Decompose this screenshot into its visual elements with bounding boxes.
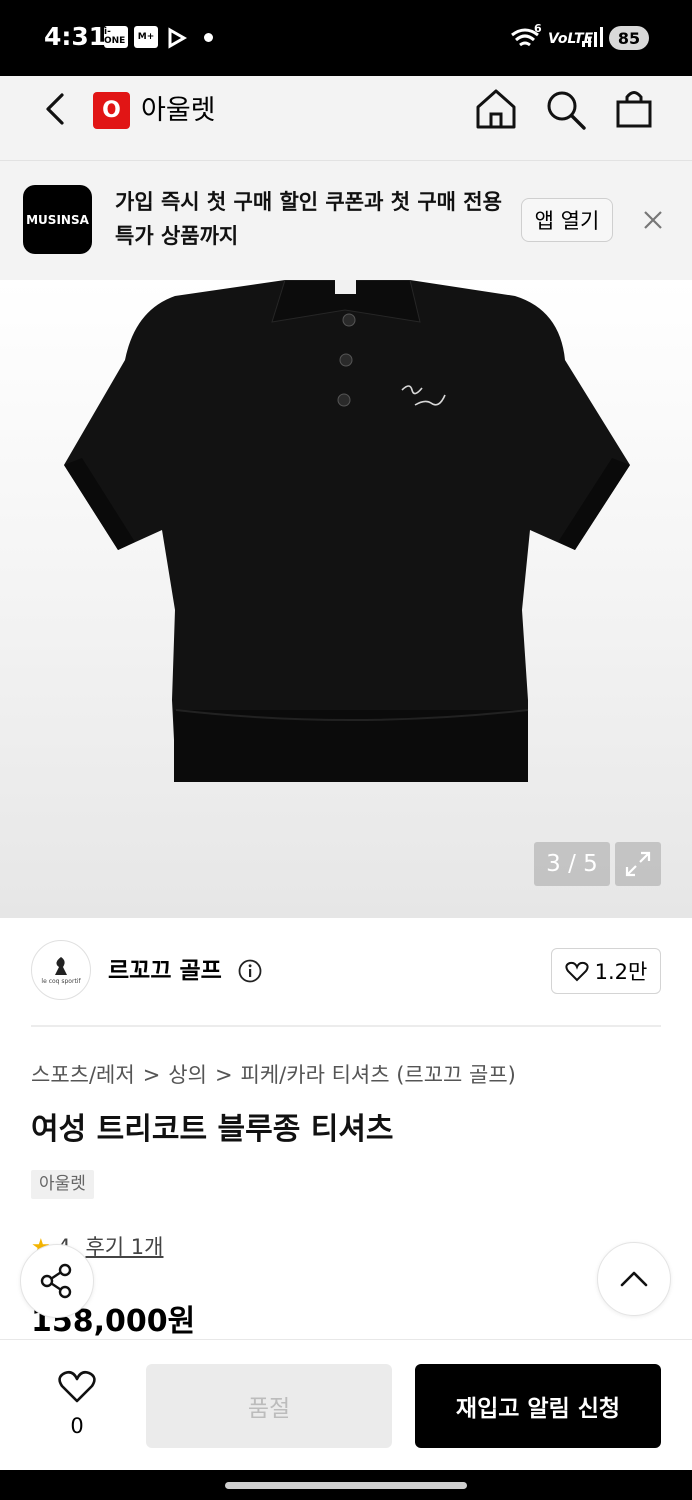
play-icon: [168, 27, 187, 49]
expand-icon: [625, 851, 651, 877]
search-icon[interactable]: [544, 88, 588, 132]
signal-icon: [582, 27, 603, 47]
review-link[interactable]: 후기 1개: [85, 1235, 163, 1259]
divider: [31, 1025, 661, 1027]
share-icon: [40, 1263, 72, 1299]
musinsa-app-icon: MUSINSA: [23, 185, 92, 254]
breadcrumb-sports[interactable]: 스포츠/레저: [31, 1063, 135, 1087]
status-time: 4:31: [44, 22, 107, 51]
battery-indicator: 85: [609, 26, 649, 50]
fullscreen-button[interactable]: [615, 842, 661, 886]
restock-alert-button[interactable]: 재입고 알림 신청: [415, 1364, 661, 1448]
home-icon[interactable]: [474, 87, 518, 131]
wifi-6-label: 6: [534, 22, 542, 35]
brand-logo-text: le coq sportif: [41, 978, 81, 985]
promo-text: 가입 즉시 첫 구매 할인 쿠폰과 첫 구매 전용 특가 상품까지: [115, 190, 502, 248]
wishlist-count: 0: [70, 1414, 84, 1438]
outlet-tag: 아울렛: [31, 1170, 94, 1199]
product-image-gallery[interactable]: [0, 280, 692, 918]
product-shirt-image: [64, 280, 630, 782]
breadcrumb-tops[interactable]: 상의: [168, 1063, 207, 1087]
brand-like-button[interactable]: 1.2만: [551, 948, 661, 994]
wishlist-heart-icon[interactable]: [57, 1368, 97, 1404]
open-app-button[interactable]: 앱 열기: [521, 198, 613, 242]
rooster-icon: [55, 957, 67, 975]
image-counter: 3 / 5: [534, 842, 610, 886]
brand-name[interactable]: 르꼬끄 골프: [108, 955, 222, 987]
shopping-bag-icon[interactable]: [613, 86, 657, 130]
home-indicator[interactable]: [225, 1482, 467, 1489]
close-icon[interactable]: [642, 209, 664, 231]
page-title: 아울렛: [141, 95, 216, 126]
notification-icon: M+: [134, 26, 158, 48]
outlet-logo[interactable]: O: [93, 92, 130, 129]
dot-icon: [204, 33, 213, 42]
scroll-top-button[interactable]: [597, 1242, 671, 1316]
soldout-button: 품절: [146, 1364, 392, 1448]
status-bar: 4:31 i-ONE M+ 6 VoLTE 85: [0, 0, 692, 76]
breadcrumb: 스포츠/레저 > 상의 > 피케/카라 티셔츠 (르꼬끄 골프): [31, 1058, 516, 1092]
brand-like-count: 1.2만: [594, 960, 648, 984]
chevron-right-icon: >: [142, 1063, 161, 1087]
brand-logo[interactable]: le coq sportif: [31, 940, 91, 1000]
share-button[interactable]: [20, 1244, 94, 1318]
chevron-right-icon: >: [214, 1063, 233, 1087]
info-icon[interactable]: [238, 959, 262, 983]
heart-icon: [565, 961, 589, 982]
product-title: 여성 트리코트 블루종 티셔츠: [31, 1112, 394, 1147]
bank-app-icon: i-ONE: [104, 26, 128, 48]
breadcrumb-category[interactable]: 피케/카라 티셔츠 (르꼬끄 골프): [241, 1063, 516, 1087]
back-arrow-icon[interactable]: [40, 91, 70, 127]
chevron-up-icon: [620, 1271, 648, 1287]
